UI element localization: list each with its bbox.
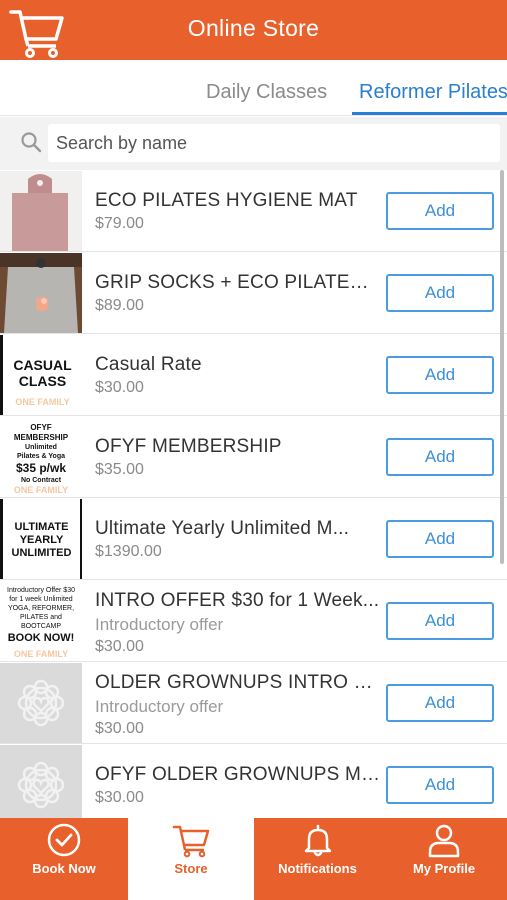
thumb-line: for 1 week Unlimited xyxy=(9,596,73,603)
product-name: OFYF OLDER GROWNUPS ME... xyxy=(95,764,380,785)
product-row[interactable]: Introductory Offer $30 for 1 week Unlimi… xyxy=(0,580,507,662)
thumb-line: UNLIMITED xyxy=(11,547,72,559)
cart-icon xyxy=(172,825,210,858)
category-tabs: Daily Classes Reformer Pilates xyxy=(0,60,507,116)
product-row[interactable]: CASUAL CLASS ONE FAMILY Casual Rate $30.… xyxy=(0,334,507,416)
product-name: Ultimate Yearly Unlimited M... xyxy=(95,518,350,539)
product-row[interactable]: ECO PILATES HYGIENE MAT $79.00 Add xyxy=(0,170,507,252)
bottom-tab-bar: Book Now Store Notifications My Profile xyxy=(0,818,507,900)
tab-label: Notifications xyxy=(278,861,357,876)
thumb-line: OFYF xyxy=(30,423,52,432)
thumb-line: No Contract xyxy=(20,477,62,484)
product-subtitle: Introductory offer xyxy=(95,697,224,716)
product-row[interactable]: OFYF MEMBERSHIP Unlimited Pilates & Yoga… xyxy=(0,416,507,498)
scrollbar[interactable] xyxy=(500,170,504,564)
tab-label: Store xyxy=(174,861,208,876)
thumb-watermark: ONE FAMILY xyxy=(13,649,69,659)
product-thumbnail: ULTIMATE YEARLY UNLIMITED xyxy=(0,499,82,579)
thumb-line: CASUAL xyxy=(13,357,72,373)
product-price: $35.00 xyxy=(95,461,144,478)
tab-label: My Profile xyxy=(412,861,476,876)
product-thumbnail xyxy=(0,745,82,818)
thumb-line: MEMBERSHIP xyxy=(13,433,69,442)
thumb-line: BOOTCAMP xyxy=(20,623,62,630)
product-row[interactable]: OFYF OLDER GROWNUPS ME... $30.00 Add xyxy=(0,744,507,818)
tab-daily-classes[interactable]: Daily Classes xyxy=(206,81,327,104)
thumb-line: Introductory Offer $30 xyxy=(7,587,75,594)
product-thumbnail xyxy=(0,663,82,743)
product-name: Casual Rate xyxy=(95,354,202,375)
product-thumbnail: CASUAL CLASS ONE FAMILY xyxy=(0,335,82,415)
thumb-line: BOOK NOW! xyxy=(7,632,75,644)
user-icon xyxy=(428,824,460,858)
product-price: $30.00 xyxy=(95,720,144,737)
product-price: $79.00 xyxy=(95,215,144,232)
add-button[interactable]: Add xyxy=(386,602,494,640)
thumb-line: YEARLY xyxy=(19,534,64,546)
thumb-line: ULTIMATE xyxy=(14,521,69,533)
product-thumbnail xyxy=(0,253,82,333)
tab-label: Book Now xyxy=(32,861,96,876)
product-row[interactable]: OLDER GROWNUPS INTRO O... Introductory o… xyxy=(0,662,507,744)
check-circle-icon xyxy=(47,823,81,857)
product-price: $30.00 xyxy=(95,789,144,806)
product-price: $1390.00 xyxy=(95,543,162,560)
product-thumbnail: Introductory Offer $30 for 1 week Unlimi… xyxy=(0,581,82,661)
thumb-line: CLASS xyxy=(18,373,67,389)
thumb-line: PILATES and xyxy=(20,614,62,621)
tab-my-profile[interactable]: My Profile xyxy=(381,818,507,900)
product-name: INTRO OFFER $30 for 1 Week... xyxy=(95,590,380,611)
app-header: Online Store xyxy=(0,0,507,60)
thumb-line: Pilates & Yoga xyxy=(17,453,65,460)
product-price: $89.00 xyxy=(95,297,144,314)
tab-notifications[interactable]: Notifications xyxy=(254,818,381,900)
thumb-line: $35 p/wk xyxy=(15,461,67,475)
product-price: $30.00 xyxy=(95,379,144,396)
add-button[interactable]: Add xyxy=(386,766,494,804)
thumb-watermark: ONE FAMILY xyxy=(13,485,69,495)
placeholder-image-icon xyxy=(0,663,82,743)
tab-store[interactable]: Store xyxy=(128,818,254,900)
product-thumbnail: OFYF MEMBERSHIP Unlimited Pilates & Yoga… xyxy=(0,417,82,497)
placeholder-image-icon xyxy=(0,745,82,818)
page-title: Online Store xyxy=(187,15,320,41)
thumb-watermark: ONE FAMILY xyxy=(15,397,70,407)
tab-reformer-pilates[interactable]: Reformer Pilates xyxy=(359,81,507,104)
add-button[interactable]: Add xyxy=(386,274,494,312)
thumb-line: YOGA, REFORMER, xyxy=(7,605,75,612)
thumb-line: Unlimited xyxy=(25,444,57,451)
bell-icon xyxy=(304,824,331,857)
add-button[interactable]: Add xyxy=(386,520,494,558)
product-list: ECO PILATES HYGIENE MAT $79.00 Add GRIP … xyxy=(0,170,507,818)
add-button[interactable]: Add xyxy=(386,356,494,394)
search-bar xyxy=(0,117,507,170)
add-button[interactable]: Add xyxy=(386,438,494,476)
active-tab-indicator xyxy=(352,112,507,115)
product-thumbnail xyxy=(0,171,82,251)
product-name: OFYF MEMBERSHIP xyxy=(95,436,282,457)
tab-book-now[interactable]: Book Now xyxy=(0,818,128,900)
product-name: GRIP SOCKS + ECO PILATES ... xyxy=(95,272,380,293)
product-price: $30.00 xyxy=(95,638,144,655)
search-field xyxy=(48,124,500,162)
product-row[interactable]: ULTIMATE YEARLY UNLIMITED Ultimate Yearl… xyxy=(0,498,507,580)
add-button[interactable]: Add xyxy=(386,684,494,722)
add-button[interactable]: Add xyxy=(386,192,494,230)
search-input[interactable] xyxy=(48,124,500,162)
product-name: ECO PILATES HYGIENE MAT xyxy=(95,190,358,211)
search-icon xyxy=(21,132,42,153)
product-subtitle: Introductory offer xyxy=(95,615,224,634)
product-row[interactable]: GRIP SOCKS + ECO PILATES ... $89.00 Add xyxy=(0,252,507,334)
product-name: OLDER GROWNUPS INTRO O... xyxy=(95,672,380,693)
